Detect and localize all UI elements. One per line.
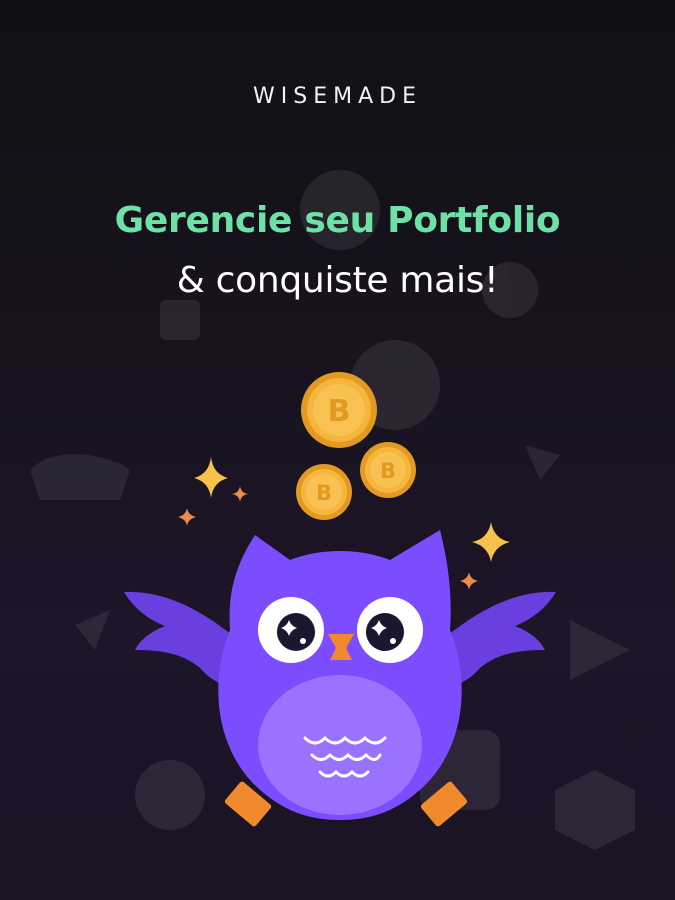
sparkle-icon	[194, 457, 228, 498]
owl-right-eye	[357, 597, 423, 663]
onboarding-screen: WISEMADE Gerencie seu Portfolio & conqui…	[0, 0, 675, 900]
svg-text:B: B	[316, 481, 332, 505]
sparkle-icon	[472, 522, 510, 562]
sparkle-icon	[232, 486, 248, 502]
owl-illustration: B B B	[124, 372, 556, 827]
sparkle-icon	[460, 572, 478, 590]
owl-belly	[258, 675, 422, 815]
svg-text:B: B	[328, 394, 351, 429]
coin-icon: B	[296, 464, 352, 520]
owl-left-eye	[258, 597, 324, 663]
sparkle-icon	[178, 508, 196, 526]
coin-icon: B	[360, 442, 416, 498]
svg-text:B: B	[380, 459, 396, 483]
owl-right-foot	[420, 781, 468, 827]
coin-icon: B	[301, 372, 377, 448]
